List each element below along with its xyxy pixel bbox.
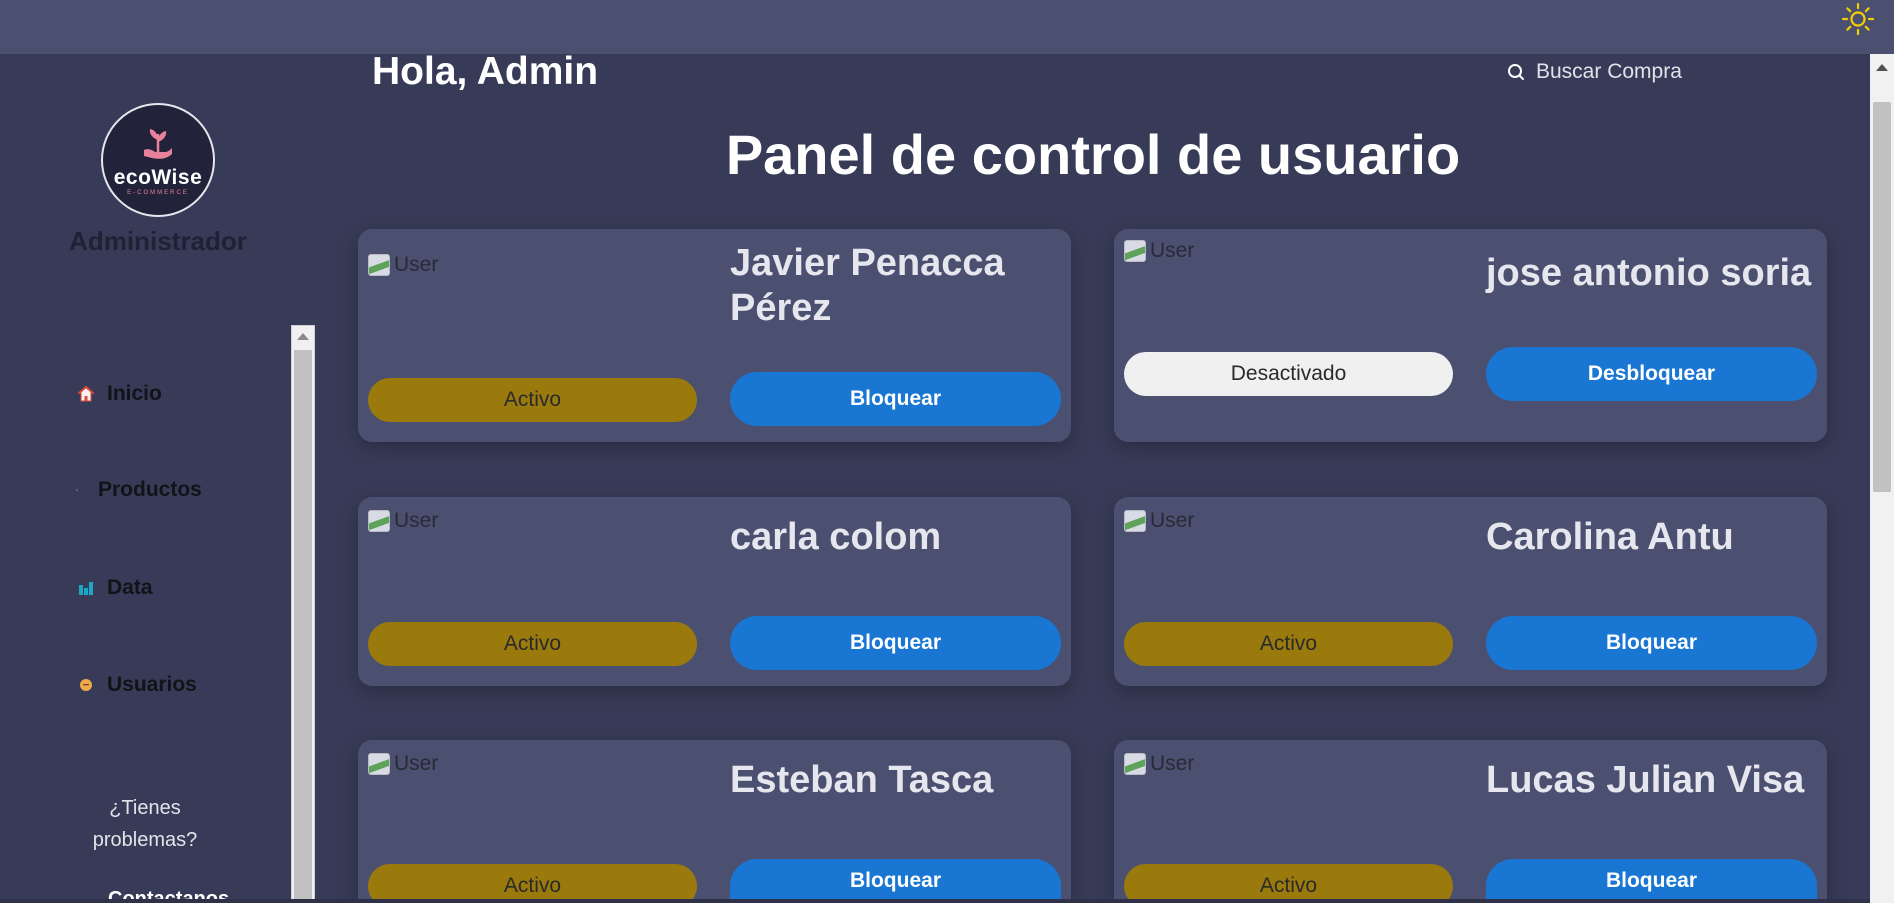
home-icon: [75, 383, 97, 405]
block-button[interactable]: Bloquear: [1486, 616, 1817, 670]
scrollbar-thumb[interactable]: [294, 350, 312, 902]
theme-toggle[interactable]: [1838, 0, 1878, 38]
plant-hand-logo-icon: [144, 129, 172, 159]
user-card: User jose antonio soria Desactivado Desb…: [1114, 229, 1827, 442]
user-avatar: User: [1124, 752, 1194, 776]
user-name: Lucas Julian Visa: [1486, 759, 1805, 801]
page-scrollbar[interactable]: [1870, 54, 1894, 903]
avatar-alt-text: User: [394, 509, 439, 532]
sidebar-item-label: Data: [107, 576, 153, 599]
sidebar-item-label: Productos: [98, 478, 202, 501]
search-input[interactable]: Buscar Compra: [1536, 60, 1682, 84]
avatar-alt-text: User: [394, 253, 439, 276]
user-card: User Lucas Julian Visa Activo Bloquear: [1114, 740, 1827, 903]
user-name: Esteban Tasca: [730, 759, 994, 801]
user-avatar: User: [368, 509, 438, 533]
broken-image-icon: [1124, 753, 1146, 775]
unblock-button[interactable]: Desbloquear: [1486, 347, 1817, 401]
sidebar: ecoWise E-COMMERCE Administrador Inicio …: [0, 54, 316, 903]
sidebar-item-label: Inicio: [107, 382, 162, 405]
sidebar-item-label: Usuarios: [107, 673, 197, 696]
page-title: Panel de control de usuario: [725, 123, 1461, 186]
user-avatar: User: [368, 752, 438, 776]
sun-icon: [1841, 2, 1875, 36]
user-name: Javier Penacca Pérez: [730, 242, 1005, 329]
role-label: Administrador: [69, 226, 247, 256]
sidebar-item-usuarios[interactable]: Usuarios: [75, 673, 197, 697]
logo-text: ecoWise: [113, 166, 203, 189]
user-avatar: User: [368, 253, 438, 277]
status-badge: Activo: [1124, 864, 1453, 903]
help-text: ¿Tienes problemas?: [92, 797, 198, 851]
broken-image-icon: [368, 510, 390, 532]
top-bar: [0, 0, 1894, 54]
block-button[interactable]: Bloquear: [730, 372, 1061, 426]
sidebar-item-data[interactable]: Data: [75, 576, 153, 600]
avatar-alt-text: User: [394, 752, 439, 775]
user-name: carla colom: [730, 516, 942, 558]
user-name: Carolina Antu: [1486, 516, 1734, 558]
user-face-icon: [75, 674, 97, 696]
status-badge: Activo: [368, 622, 697, 666]
user-card: User Javier Penacca Pérez Activo Bloquea…: [358, 229, 1071, 442]
user-avatar: User: [1124, 509, 1194, 533]
status-badge: Activo: [368, 864, 697, 903]
sidebar-item-productos[interactable]: Productos: [66, 478, 202, 502]
products-icon: [66, 479, 88, 501]
status-badge: Activo: [1124, 622, 1453, 666]
search-icon: [1508, 64, 1524, 80]
status-badge: Activo: [368, 378, 697, 422]
scrollbar-thumb[interactable]: [1873, 102, 1891, 492]
avatar-alt-text: User: [1150, 239, 1195, 262]
avatar-alt-text: User: [1150, 752, 1195, 775]
avatar-alt-text: User: [1150, 509, 1195, 532]
user-name: jose antonio soria: [1486, 252, 1812, 294]
sidebar-scrollbar[interactable]: [291, 325, 315, 903]
page-bottom-edge: [0, 899, 1894, 903]
user-card: User carla colom Activo Bloquear: [358, 497, 1071, 686]
broken-image-icon: [368, 254, 390, 276]
broken-image-icon: [1124, 510, 1146, 532]
scroll-up-arrow-icon[interactable]: [297, 333, 309, 340]
user-card: User Carolina Antu Activo Bloquear: [1114, 497, 1827, 686]
user-avatar: User: [1124, 239, 1194, 263]
search-box[interactable]: Buscar Compra: [1506, 60, 1682, 84]
broken-image-icon: [1124, 240, 1146, 262]
ecowise-logo[interactable]: ecoWise E-COMMERCE: [101, 103, 215, 217]
status-badge: Desactivado: [1124, 352, 1453, 396]
sidebar-item-inicio[interactable]: Inicio: [75, 382, 162, 406]
scroll-up-arrow-icon[interactable]: [1876, 64, 1888, 71]
block-button[interactable]: Bloquear: [730, 616, 1061, 670]
bar-chart-icon: [75, 577, 97, 599]
broken-image-icon: [368, 753, 390, 775]
block-button[interactable]: Bloquear: [730, 859, 1061, 903]
greeting: Hola, Admin: [372, 50, 599, 93]
block-button[interactable]: Bloquear: [1486, 859, 1817, 903]
user-card: User Esteban Tasca Activo Bloquear: [358, 740, 1071, 903]
logo-subtext: E-COMMERCE: [127, 190, 189, 196]
